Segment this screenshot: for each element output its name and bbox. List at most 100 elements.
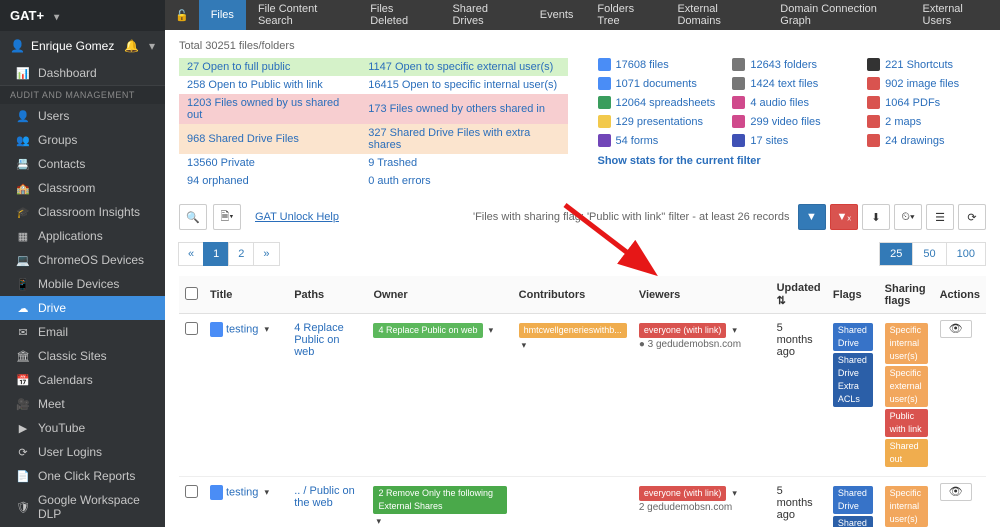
sidebar-item-applications[interactable]: ▦Applications [0, 224, 165, 248]
nav-dashboard[interactable]: 📊Dashboard [0, 61, 165, 85]
sidebar-item-groups[interactable]: 👥Groups [0, 128, 165, 152]
sidebar-item-classroom[interactable]: 🏫Classroom [0, 176, 165, 200]
tab-files[interactable]: Files [199, 0, 246, 30]
file-type-link[interactable]: 221 Shortcuts [885, 59, 953, 71]
file-type-link[interactable]: 1064 PDFs [885, 97, 940, 109]
tab-files-deleted[interactable]: Files Deleted [358, 0, 440, 30]
tab-external-domains[interactable]: External Domains [665, 0, 768, 30]
lock-icon[interactable]: 🔓 [165, 9, 199, 22]
chevron-down-icon[interactable]: ▾ [149, 39, 155, 53]
sidebar-item-youtube[interactable]: ▶YouTube [0, 416, 165, 440]
sidebar-item-google-workspace-dlp[interactable]: 🛡Google Workspace DLP [0, 488, 165, 526]
tab-domain-connection-graph[interactable]: Domain Connection Graph [768, 0, 910, 30]
file-type-link[interactable]: 902 image files [885, 78, 959, 90]
brand-text: GAT+ [10, 8, 44, 23]
cell-paths: .. / Public on the web [288, 477, 367, 527]
file-type-link[interactable]: 12643 folders [750, 59, 817, 71]
page-size: 2550100 [880, 242, 986, 266]
help-link[interactable]: GAT Unlock Help [255, 211, 339, 223]
stat-link[interactable]: 1203 Files owned by us shared out [187, 97, 339, 121]
file-title[interactable]: testing [226, 486, 258, 498]
pager-page[interactable]: « [178, 242, 204, 266]
file-title[interactable]: testing [226, 323, 258, 335]
nav-icon: 📄 [16, 470, 30, 483]
stat-link[interactable]: 0 auth errors [368, 175, 430, 187]
col-flags[interactable]: Flags [827, 276, 879, 314]
sidebar-item-chromeos-devices[interactable]: 💻ChromeOS Devices [0, 248, 165, 272]
sidebar-item-meet[interactable]: 🎥Meet [0, 392, 165, 416]
brand[interactable]: GAT+ [0, 0, 165, 31]
tab-file-content-search[interactable]: File Content Search [246, 0, 358, 30]
sidebar-item-calendars[interactable]: 📅Calendars [0, 368, 165, 392]
file-type-link[interactable]: 54 forms [616, 135, 659, 147]
view-button[interactable]: 👁 [940, 483, 972, 501]
sidebar-item-classic-sites[interactable]: 🏛Classic Sites [0, 344, 165, 368]
file-type-link[interactable]: 12064 spreadsheets [616, 97, 716, 109]
page-size-option[interactable]: 100 [946, 242, 986, 266]
sidebar-item-contacts[interactable]: 📇Contacts [0, 152, 165, 176]
columns-button[interactable]: ☰ [926, 204, 954, 230]
chevron-down-icon[interactable] [261, 323, 269, 335]
stat-link[interactable]: 9 Trashed [368, 157, 417, 169]
stat-link[interactable]: 258 Open to Public with link [187, 79, 323, 91]
tab-shared-drives[interactable]: Shared Drives [440, 0, 527, 30]
sidebar-item-one-click-reports[interactable]: 📄One Click Reports [0, 464, 165, 488]
stat-link[interactable]: 1147 Open to specific external user(s) [368, 61, 553, 73]
filter-clear-button[interactable]: ▼ₓ [830, 204, 859, 230]
download-button[interactable]: ⬇ [862, 204, 890, 230]
file-type-link[interactable]: 24 drawings [885, 135, 944, 147]
page-size-option[interactable]: 25 [879, 242, 913, 266]
stat-link[interactable]: 13560 Private [187, 157, 255, 169]
bell-icon[interactable]: 🔔 [124, 39, 139, 53]
stat-link[interactable]: 16415 Open to specific internal user(s) [368, 79, 557, 91]
tab-events[interactable]: Events [528, 0, 586, 30]
col-paths[interactable]: Paths [288, 276, 367, 314]
file-type-link[interactable]: 17608 files [616, 59, 669, 71]
chevron-down-icon[interactable] [261, 486, 269, 498]
pager-page[interactable]: 1 [203, 242, 229, 266]
show-stats-link[interactable]: Show stats for the current filter [598, 155, 761, 167]
file-type-link[interactable]: 129 presentations [616, 116, 703, 128]
file-type-link[interactable]: 17 sites [750, 135, 788, 147]
pager-page[interactable]: » [253, 242, 279, 266]
nav-label: Classroom Insights [38, 205, 140, 219]
nav-icon: 🎓 [16, 206, 30, 219]
tab-external-users[interactable]: External Users [911, 0, 1000, 30]
sidebar-item-classroom-insights[interactable]: 🎓 Classroom Insights [0, 200, 165, 224]
col-title[interactable]: Title [204, 276, 288, 314]
search-button[interactable]: 🔍 [179, 204, 207, 230]
row-checkbox[interactable] [185, 485, 198, 498]
refresh-button[interactable]: ⟳ [958, 204, 986, 230]
file-type-link[interactable]: 299 video files [750, 116, 820, 128]
sidebar-item-user-logins[interactable]: ⟳User Logins [0, 440, 165, 464]
sidebar-item-mobile-devices[interactable]: 📱Mobile Devices [0, 272, 165, 296]
sidebar-item-email[interactable]: ✉Email [0, 320, 165, 344]
tab-folders-tree[interactable]: Folders Tree [585, 0, 665, 30]
file-type-link[interactable]: 4 audio files [750, 97, 809, 109]
stat-link[interactable]: 94 orphaned [187, 175, 249, 187]
pager-page[interactable]: 2 [228, 242, 254, 266]
schedule-button[interactable]: ⏲▾ [894, 204, 922, 230]
cell-contributors: hmtcwellgenerieswithb... [513, 314, 633, 477]
view-button[interactable]: 👁 [940, 320, 972, 338]
row-checkbox[interactable] [185, 322, 198, 335]
file-type-link[interactable]: 2 maps [885, 116, 921, 128]
filter-funnel-button[interactable]: ▼ [798, 204, 826, 230]
col-contrib[interactable]: Contributors [513, 276, 633, 314]
col-sharing[interactable]: Sharing flags [879, 276, 934, 314]
sidebar-item-drive[interactable]: ☁Drive [0, 296, 165, 320]
page-size-option[interactable]: 50 [912, 242, 946, 266]
stat-link[interactable]: 968 Shared Drive Files [187, 133, 299, 145]
sidebar-item-users[interactable]: 👤Users [0, 104, 165, 128]
select-all-checkbox[interactable] [185, 287, 198, 300]
col-updated[interactable]: Updated ⇅ [771, 276, 827, 314]
stat-link[interactable]: 327 Shared Drive Files with extra shares [368, 127, 530, 151]
file-type-link[interactable]: 1424 text files [750, 78, 818, 90]
stat-link[interactable]: 27 Open to full public [187, 61, 290, 73]
col-owner[interactable]: Owner [367, 276, 512, 314]
file-type-link[interactable]: 1071 documents [616, 78, 697, 90]
export-button[interactable]: 🗎▾ [213, 204, 241, 230]
col-viewers[interactable]: Viewers [633, 276, 771, 314]
stat-link[interactable]: 173 Files owned by others shared in [368, 103, 545, 115]
col-actions[interactable]: Actions [934, 276, 986, 314]
